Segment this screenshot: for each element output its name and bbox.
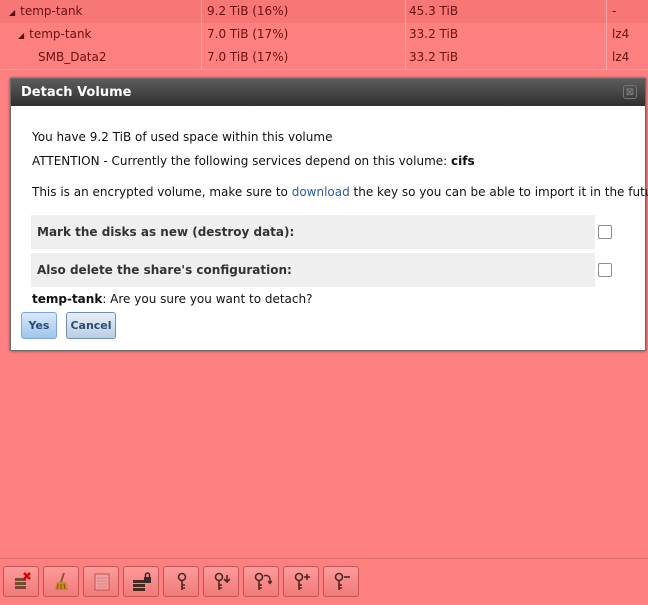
option-row-delete-share: Also delete the share's configuration: xyxy=(31,253,595,287)
dataset-name: temp-tank xyxy=(29,27,92,41)
rekey-icon xyxy=(254,572,272,590)
encrypted-notice: This is an encrypted volume, make sure t… xyxy=(32,185,648,199)
lock-volume-button[interactable] xyxy=(123,566,159,597)
table-row[interactable]: ◢ temp-tank 9.2 TiB (16%) 45.3 TiB - xyxy=(0,0,648,24)
download-key-icon xyxy=(214,572,231,590)
detach-volume-icon xyxy=(15,572,31,589)
dataset-name: SMB_Data2 xyxy=(38,50,107,64)
yes-button[interactable]: Yes xyxy=(21,312,57,339)
cancel-button[interactable]: Cancel xyxy=(66,312,116,339)
dialog-title: Detach Volume xyxy=(21,85,132,100)
confirm-question: : Are you sure you want to detach? xyxy=(102,292,313,306)
volume-toolbar xyxy=(0,558,648,605)
dialog-title-bar: Detach Volume xyxy=(11,79,645,106)
compression-cell: - xyxy=(612,4,617,18)
volume-status-icon xyxy=(94,573,110,591)
delete-share-checkbox[interactable] xyxy=(598,263,612,277)
used-cell: 9.2 TiB (16%) xyxy=(207,4,289,18)
table-row[interactable]: SMB_Data2 7.0 TiB (17%) 33.2 TiB lz4 xyxy=(0,46,648,70)
used-space-text: You have 9.2 TiB of used space within th… xyxy=(32,130,333,144)
rekey-button[interactable] xyxy=(243,566,279,597)
encrypted-suffix: the key so you can be able to import it … xyxy=(349,185,648,199)
used-cell: 7.0 TiB (17%) xyxy=(207,50,289,64)
compression-cell: lz4 xyxy=(612,27,630,41)
attention-text: ATTENTION - Currently the following serv… xyxy=(32,154,475,168)
used-cell: 7.0 TiB (17%) xyxy=(207,27,289,41)
expand-icon[interactable]: ◢ xyxy=(18,24,24,47)
remove-recovery-key-icon xyxy=(334,572,350,590)
remove-recovery-key-button[interactable] xyxy=(323,566,359,597)
volume-status-button[interactable] xyxy=(83,566,119,597)
mark-disks-checkbox[interactable] xyxy=(598,225,612,239)
attention-prefix: ATTENTION - Currently the following serv… xyxy=(32,154,451,168)
close-icon[interactable]: ⊠ xyxy=(623,85,637,99)
encrypted-prefix: This is an encrypted volume, make sure t… xyxy=(32,185,292,199)
column-divider xyxy=(201,0,202,69)
lock-volume-icon xyxy=(133,572,151,591)
scrub-volume-icon xyxy=(55,572,68,590)
download-key-button[interactable] xyxy=(203,566,239,597)
column-divider xyxy=(405,0,406,69)
tree-cell-name: ◢ temp-tank xyxy=(18,23,92,46)
attention-service: cifs xyxy=(451,154,475,168)
detach-volume-dialog: Detach Volume ⊠ You have 9.2 TiB of used… xyxy=(10,78,648,351)
scrub-volume-button[interactable] xyxy=(43,566,79,597)
volume-name: temp-tank xyxy=(20,4,83,18)
confirm-text: temp-tank: Are you sure you want to deta… xyxy=(32,292,312,306)
available-cell: 33.2 TiB xyxy=(409,50,459,64)
expand-icon[interactable]: ◢ xyxy=(9,1,15,24)
available-cell: 33.2 TiB xyxy=(409,27,459,41)
option-row-mark-disks: Mark the disks as new (destroy data): xyxy=(31,215,595,249)
detach-volume-button[interactable] xyxy=(3,566,39,597)
compression-cell: lz4 xyxy=(612,50,630,64)
create-passphrase-button[interactable] xyxy=(163,566,199,597)
column-divider xyxy=(606,0,607,69)
add-recovery-key-icon xyxy=(294,572,310,590)
add-recovery-key-button[interactable] xyxy=(283,566,319,597)
mark-disks-label: Mark the disks as new (destroy data): xyxy=(37,225,295,239)
download-key-link[interactable]: download xyxy=(292,185,350,199)
delete-share-label: Also delete the share's configuration: xyxy=(37,263,292,277)
create-passphrase-icon xyxy=(177,572,187,590)
available-cell: 45.3 TiB xyxy=(409,4,459,18)
tree-cell-name: ◢ temp-tank xyxy=(9,0,83,23)
confirm-volume-name: temp-tank xyxy=(32,292,103,306)
table-row[interactable]: ◢ temp-tank 7.0 TiB (17%) 33.2 TiB lz4 xyxy=(0,23,648,47)
